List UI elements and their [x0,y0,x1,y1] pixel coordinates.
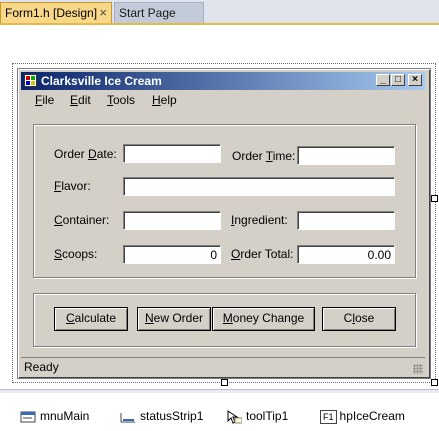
form-title: Clarksville Ice Cream [41,74,162,88]
menu-bar: File Edit Tools Help [21,91,425,109]
container-field[interactable] [123,211,221,230]
flavor-label: Flavor: [54,179,91,193]
order-time-field[interactable] [297,146,395,165]
close-tab-icon[interactable]: × [99,3,107,23]
button-row: Calculate New Order Money Change Close [54,307,399,331]
order-total-field[interactable] [297,245,395,264]
maximize-button[interactable]: □ [391,74,405,86]
scoops-label: Scoops: [54,247,98,261]
calculate-button[interactable]: Calculate [54,307,128,331]
order-total-label: Order Total: [231,247,294,261]
order-date-label: Order Date: [54,147,117,161]
menu-help[interactable]: Help [152,93,177,107]
size-grip-icon[interactable] [413,364,423,374]
document-tab-strip: Form1.h [Design] × Start Page [0,0,439,25]
resize-handle-bottom-right[interactable] [431,379,438,386]
order-time-label: Order Time: [232,149,296,163]
close-button[interactable]: × [408,74,422,86]
ingredient-label: Ingredient: [231,213,288,227]
ingredient-field[interactable] [297,211,395,230]
status-text: Ready [24,360,59,374]
tooltip-icon [227,409,242,424]
actions-group: Calculate New Order Money Change Close [33,293,416,347]
tray-item-tooltip1[interactable]: toolTip1 [226,409,288,425]
tab-form1-design[interactable]: Form1.h [Design] × [0,2,112,23]
order-details-group: Order Date: Order Time: Flavor: Containe… [33,124,416,278]
app-icon [24,74,37,87]
menu-edit[interactable]: Edit [70,93,91,107]
tab-label: Start Page [119,6,176,20]
helpprovider-icon: F1 [320,410,337,424]
money-change-button[interactable]: Money Change [212,307,315,331]
form-window: Clarksville Ice Cream _ □ × File Edit To… [17,68,431,379]
order-date-field[interactable] [123,144,221,163]
menu-tools[interactable]: Tools [107,93,135,107]
resize-handle-bottom[interactable] [221,379,228,386]
tray-item-hpicecream[interactable]: F1 hpIceCream [320,409,405,425]
container-label: Container: [54,213,110,227]
new-order-button[interactable]: New Order [137,307,211,331]
designer-surface: Clarksville Ice Cream _ □ × File Edit To… [0,25,439,389]
minimize-button[interactable]: _ [376,74,390,86]
tab-label: Form1.h [Design] [5,6,98,20]
scoops-field[interactable] [123,245,221,264]
menu-icon [20,411,36,423]
tab-start-page[interactable]: Start Page [114,2,204,23]
statusstrip-icon [120,412,135,423]
form-titlebar: Clarksville Ice Cream _ □ × [21,72,425,90]
tray-item-statusstrip1[interactable]: statusStrip1 [120,409,203,425]
close-form-button[interactable]: Close [322,307,396,331]
status-strip: Ready [21,357,425,376]
tray-item-mnumain[interactable]: mnuMain [20,409,89,425]
flavor-field[interactable] [123,177,395,196]
resize-handle-right[interactable] [431,195,438,202]
menu-file[interactable]: File [35,93,54,107]
component-tray: mnuMain statusStrip1 toolTip1 F1 hpIceCre… [0,393,439,431]
